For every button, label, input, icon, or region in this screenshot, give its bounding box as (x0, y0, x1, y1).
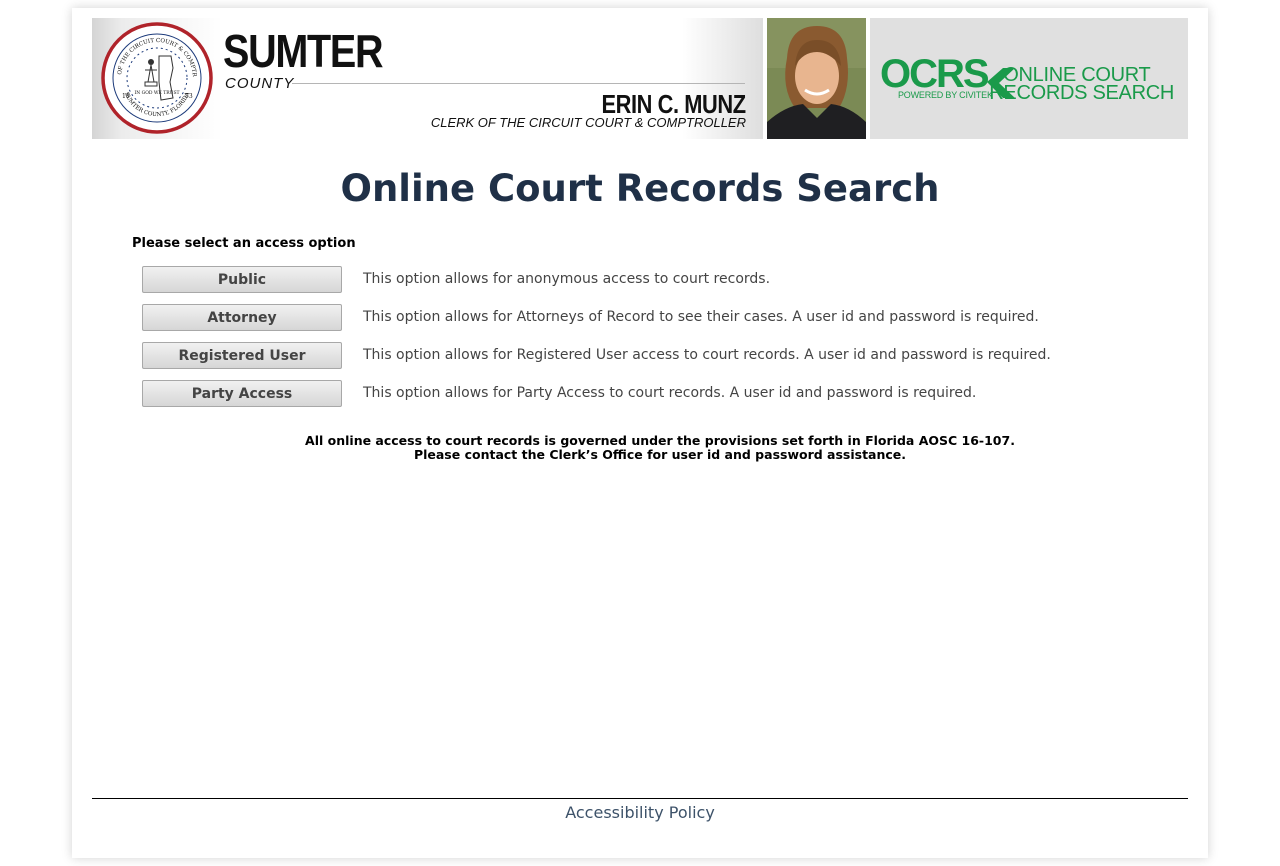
seal-motto: IN GOD WE TRUST (134, 90, 179, 96)
page-title: Online Court Records Search (340, 167, 940, 210)
access-option-prompt: Please select an access option (132, 236, 356, 251)
access-notice: All online access to court records is go… (72, 434, 1248, 462)
header-divider (292, 83, 745, 84)
header-banner: CLERK OF THE CIRCUIT COURT & COMPTROLLER… (92, 18, 1188, 139)
seal-year-left: 18 (122, 93, 130, 100)
sumter-county-banner: CLERK OF THE CIRCUIT COURT & COMPTROLLER… (92, 18, 763, 139)
footer-divider (92, 798, 1188, 799)
party-access-button[interactable]: Party Access (142, 380, 342, 407)
ocrs-tagline-line2: RECORDS SEARCH (989, 82, 1174, 104)
registered-user-description: This option allows for Registered User a… (363, 347, 1051, 363)
clerk-name: ERIN C. MUNZ (601, 89, 747, 119)
seal-year-right: 53 (185, 93, 193, 100)
public-description: This option allows for anonymous access … (363, 271, 771, 287)
clerk-title: CLERK OF THE CIRCUIT COURT & COMPTROLLER (430, 115, 746, 130)
accessibility-policy-link[interactable]: Accessibility Policy (72, 803, 1208, 823)
notice-contact: Please contact the Clerk’s Office for us… (413, 447, 907, 462)
public-button[interactable]: Public (142, 266, 342, 293)
party-access-description: This option allows for Party Access to c… (363, 385, 977, 401)
ocrs-logo: OCRS (880, 52, 990, 96)
county-name: SUMTER (223, 25, 384, 77)
ocrs-tagline: ONLINE COURT RECORDS SEARCH (989, 65, 1174, 104)
registered-user-button[interactable]: Registered User (142, 342, 342, 369)
attorney-description: This option allows for Attorneys of Reco… (363, 309, 1039, 325)
ocrs-branding: OCRS POWERED BY CIVITEK ONLINE COURT REC… (870, 18, 1188, 139)
county-label: COUNTY (225, 75, 295, 92)
county-seal-icon: CLERK OF THE CIRCUIT COURT & COMPTROLLER… (101, 22, 213, 134)
ocrs-powered-by: POWERED BY CIVITEK (898, 90, 993, 100)
attorney-button[interactable]: Attorney (142, 304, 342, 331)
clerk-photo (767, 18, 866, 139)
page-container: CLERK OF THE CIRCUIT COURT & COMPTROLLER… (72, 8, 1208, 858)
notice-governance: All online access to court records is go… (305, 433, 1015, 448)
